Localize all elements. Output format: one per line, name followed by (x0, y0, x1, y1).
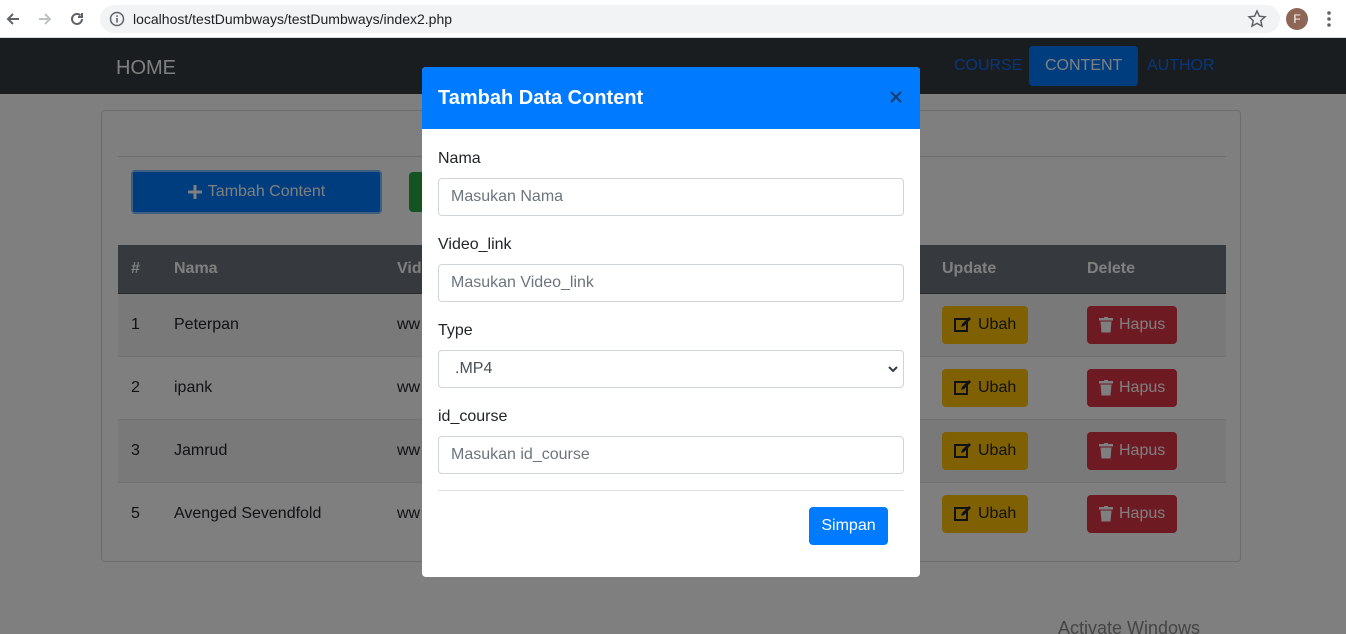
browser-toolbar: localhost/testDumbways/testDumbways/inde… (0, 0, 1346, 38)
add-content-modal: Tambah Data Content Nama Masukan Nama Vi… (422, 67, 920, 577)
kebab-menu-icon[interactable] (1322, 9, 1336, 29)
modal-header: Tambah Data Content (422, 67, 920, 129)
modal-footer-divider (438, 490, 904, 491)
reload-icon[interactable] (66, 8, 88, 30)
modal-title: Tambah Data Content (438, 87, 644, 109)
simpan-button[interactable]: Simpan (809, 507, 888, 545)
chevron-down-icon (888, 366, 898, 373)
url-text[interactable]: localhost/testDumbways/testDumbways/inde… (133, 11, 452, 27)
address-bar[interactable]: localhost/testDumbways/testDumbways/inde… (100, 5, 1280, 33)
type-selected-value: .MP4 (455, 360, 493, 377)
bookmark-star-icon[interactable] (1247, 9, 1267, 29)
video-link-input[interactable]: Masukan Video_link (438, 264, 904, 302)
id-course-label: id_course (438, 408, 508, 425)
back-icon[interactable] (2, 8, 24, 30)
profile-avatar[interactable]: F (1286, 8, 1308, 30)
forward-icon[interactable] (34, 8, 56, 30)
type-label: Type (438, 322, 473, 339)
close-icon[interactable] (888, 89, 904, 105)
info-icon[interactable] (109, 11, 125, 27)
nama-label: Nama (438, 150, 481, 167)
id-course-input[interactable]: Masukan id_course (438, 436, 904, 474)
video-link-label: Video_link (438, 236, 512, 253)
type-select[interactable]: .MP4 (438, 350, 904, 388)
nama-input[interactable]: Masukan Nama (438, 178, 904, 216)
